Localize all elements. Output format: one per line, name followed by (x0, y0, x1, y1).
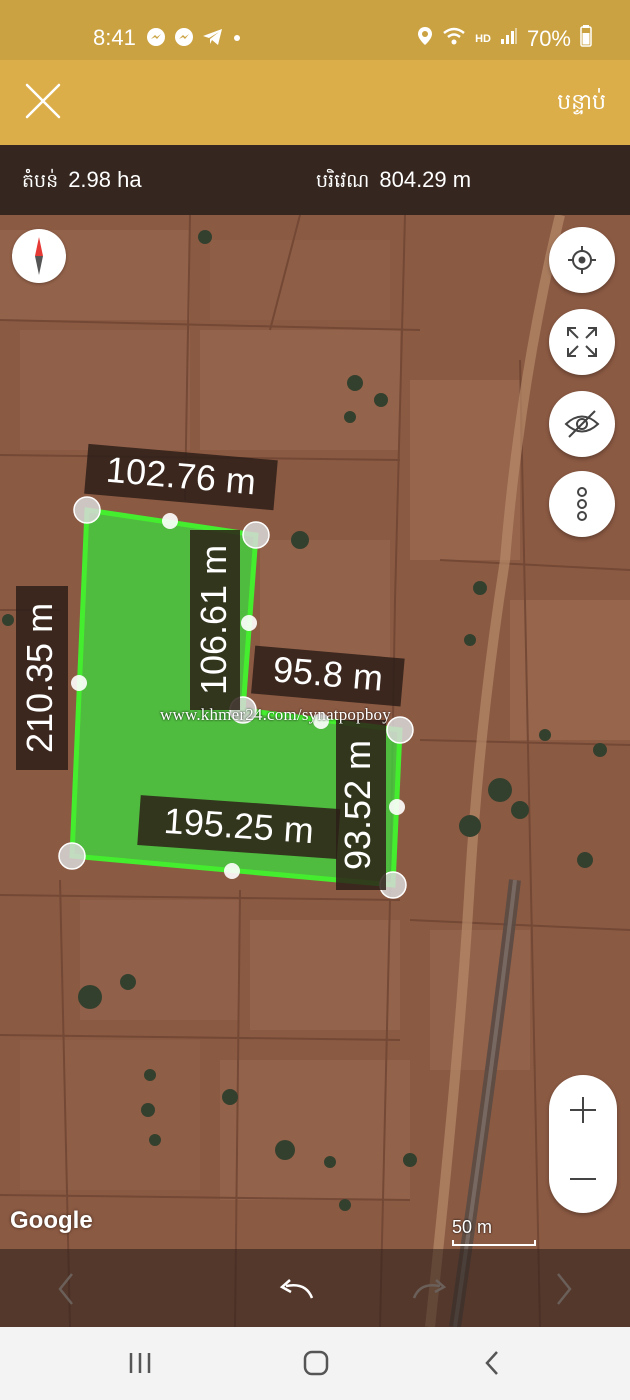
redo-button[interactable] (408, 1267, 452, 1311)
satellite-imagery: 102.76 m 106.61 m 95.8 m 93.52 m 195.25 … (0, 215, 630, 1327)
watermark-text: www.khmer24.com/synatpopboy (160, 705, 391, 724)
close-button[interactable] (24, 82, 62, 120)
midpoint-handle[interactable] (224, 863, 240, 879)
edge-label: 93.52 m (337, 740, 378, 870)
system-icons: HD 70% (417, 25, 592, 52)
google-logo: Google (10, 1207, 93, 1234)
next-point-button[interactable] (542, 1267, 586, 1311)
battery-icon (580, 25, 592, 52)
area-value: 2.98 ha (68, 167, 142, 192)
fit-bounds-button[interactable] (549, 309, 615, 375)
plus-icon (570, 1096, 596, 1123)
messenger-icon (174, 27, 194, 52)
minus-icon (570, 1177, 596, 1180)
area-readout: តំបន់ 2.98 ha (22, 167, 142, 197)
recents-button[interactable] (120, 1345, 160, 1381)
edit-toolbar (0, 1249, 630, 1327)
back-button[interactable] (472, 1345, 512, 1381)
vertex-handle[interactable] (73, 496, 101, 524)
midpoint-handle[interactable] (241, 615, 257, 631)
network-type: HD (475, 32, 491, 45)
perimeter-label: បរិវេណ (316, 171, 370, 192)
zoom-out-button[interactable] (549, 1144, 617, 1213)
perimeter-readout: បរិវេណ 804.29 m (316, 167, 471, 197)
toggle-visibility-button[interactable] (549, 391, 615, 457)
compass-icon (35, 237, 43, 275)
edge-label: 210.35 m (19, 603, 60, 753)
app-bar: បន្ទាប់ (0, 60, 630, 145)
signal-icon (500, 27, 518, 50)
home-button[interactable] (296, 1345, 336, 1381)
satellite-map[interactable]: 102.76 m 106.61 m 95.8 m 93.52 m 195.25 … (0, 215, 630, 1327)
scale-bar: 50 m (452, 1217, 538, 1246)
compass-button[interactable] (12, 229, 66, 283)
wifi-icon (442, 26, 466, 51)
crosshair-icon (568, 246, 596, 274)
more-vertical-icon (577, 487, 587, 521)
back-icon (485, 1351, 498, 1375)
zoom-in-button[interactable] (549, 1075, 617, 1144)
edge-label: 106.61 m (193, 545, 234, 695)
recents-icon (129, 1353, 151, 1373)
perimeter-value: 804.29 m (379, 167, 472, 192)
chevron-left-icon (58, 1273, 73, 1305)
eye-off-icon (564, 410, 600, 438)
chevron-right-icon (557, 1273, 572, 1305)
location-icon (417, 26, 433, 51)
zoom-control (549, 1075, 617, 1213)
vertex-handle[interactable] (242, 521, 270, 549)
battery-level: 70% (526, 25, 571, 51)
vertex-handle[interactable] (58, 842, 86, 870)
undo-button[interactable] (274, 1267, 318, 1311)
my-location-button[interactable] (549, 227, 615, 293)
home-icon (303, 1350, 329, 1376)
midpoint-handle[interactable] (162, 513, 178, 529)
previous-button[interactable] (44, 1267, 88, 1311)
redo-icon (412, 1279, 447, 1299)
midpoint-handle[interactable] (71, 675, 87, 691)
status-bar: 8:41 HD 70% (0, 0, 630, 60)
next-button[interactable]: បន្ទាប់ (557, 88, 606, 120)
area-label: តំបន់ (22, 171, 59, 192)
notification-icons (146, 27, 242, 52)
telegram-icon (202, 27, 224, 52)
undo-icon (279, 1279, 314, 1299)
expand-icon (567, 327, 597, 357)
system-nav-bar (0, 1327, 630, 1400)
midpoint-handle[interactable] (389, 799, 405, 815)
dot-icon (232, 27, 242, 52)
status-time: 8:41 (93, 25, 136, 50)
scale-line (452, 1240, 536, 1246)
messenger-icon (146, 27, 166, 52)
close-icon (25, 83, 61, 119)
measurement-bar: តំបន់ 2.98 ha បរិវេណ 804.29 m (0, 145, 630, 215)
more-options-button[interactable] (549, 471, 615, 537)
scale-label: 50 m (452, 1217, 493, 1237)
